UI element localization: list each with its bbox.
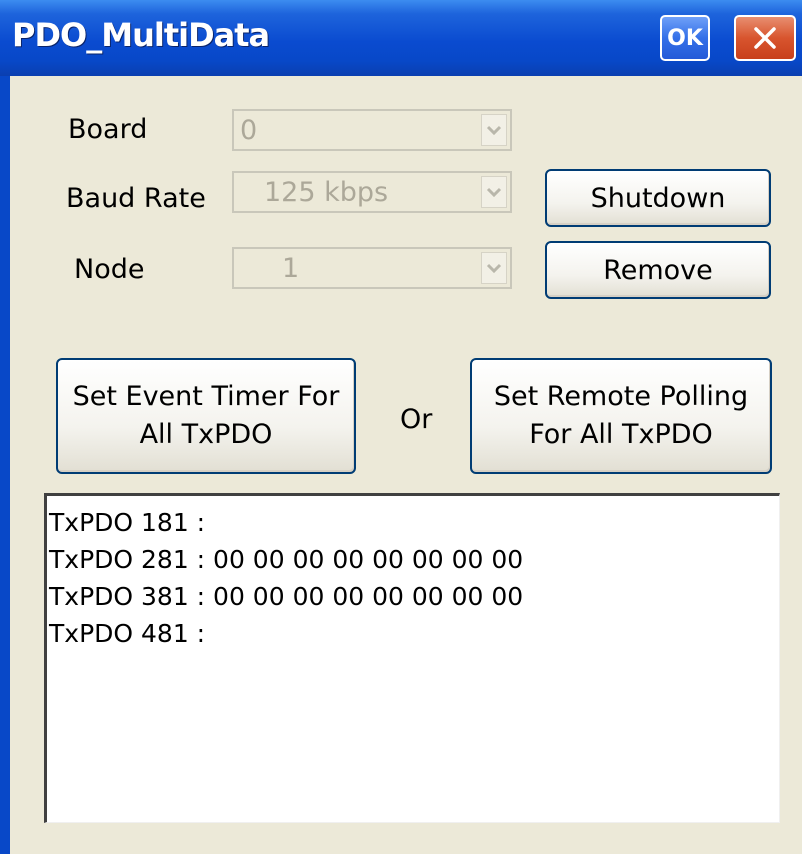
remove-button[interactable]: Remove (545, 241, 771, 299)
or-label: Or (400, 404, 433, 435)
board-select-value: 0 (240, 115, 258, 146)
set-event-timer-label-line1: Set Event Timer For (72, 381, 340, 412)
set-remote-polling-label-line1: Set Remote Polling (493, 381, 749, 412)
output-line-txpdo-181: TxPDO 181 : (49, 508, 206, 537)
board-label: Board (68, 114, 148, 145)
baud-rate-select-value: 125 kbps (264, 177, 389, 208)
set-event-timer-label-line2: All TxPDO (139, 419, 273, 450)
board-select-arrow[interactable] (481, 114, 507, 146)
close-button[interactable] (734, 15, 796, 61)
shutdown-button-label: Shutdown (590, 182, 726, 214)
title-bar[interactable]: PDO_MultiData OK (0, 0, 802, 76)
ok-button[interactable]: OK (660, 15, 710, 61)
window-frame-left (0, 76, 10, 854)
baud-rate-select-arrow[interactable] (481, 176, 507, 208)
shutdown-button[interactable]: Shutdown (545, 169, 771, 227)
baud-rate-label: Baud Rate (66, 183, 206, 214)
baud-rate-select[interactable]: 125 kbps (232, 171, 512, 213)
output-line-txpdo-381: TxPDO 381 : 00 00 00 00 00 00 00 00 (49, 582, 524, 611)
set-remote-polling-label-line2: For All TxPDO (529, 419, 713, 450)
set-event-timer-button[interactable]: Set Event Timer For All TxPDO (56, 358, 356, 474)
ok-button-label: OK (667, 25, 703, 51)
pdo-multidata-window: PDO_MultiData OK Board 0 Baud Rate 125 k… (0, 0, 802, 854)
board-select[interactable]: 0 (232, 109, 512, 151)
chevron-down-icon (486, 263, 502, 274)
chevron-down-icon (486, 125, 502, 136)
close-icon (754, 27, 776, 49)
node-select-arrow[interactable] (481, 252, 507, 284)
remove-button-label: Remove (603, 254, 713, 286)
node-select-value: 1 (282, 253, 300, 284)
node-select[interactable]: 1 (232, 247, 512, 289)
window-title: PDO_MultiData (12, 16, 270, 54)
node-label: Node (74, 254, 145, 285)
output-line-txpdo-281: TxPDO 281 : 00 00 00 00 00 00 00 00 (49, 545, 524, 574)
output-line-txpdo-481: TxPDO 481 : (49, 619, 206, 648)
chevron-down-icon (486, 187, 502, 198)
txpdo-output-area[interactable]: TxPDO 181 : TxPDO 281 : 00 00 00 00 00 0… (44, 493, 780, 823)
set-remote-polling-button[interactable]: Set Remote Polling For All TxPDO (470, 358, 772, 474)
